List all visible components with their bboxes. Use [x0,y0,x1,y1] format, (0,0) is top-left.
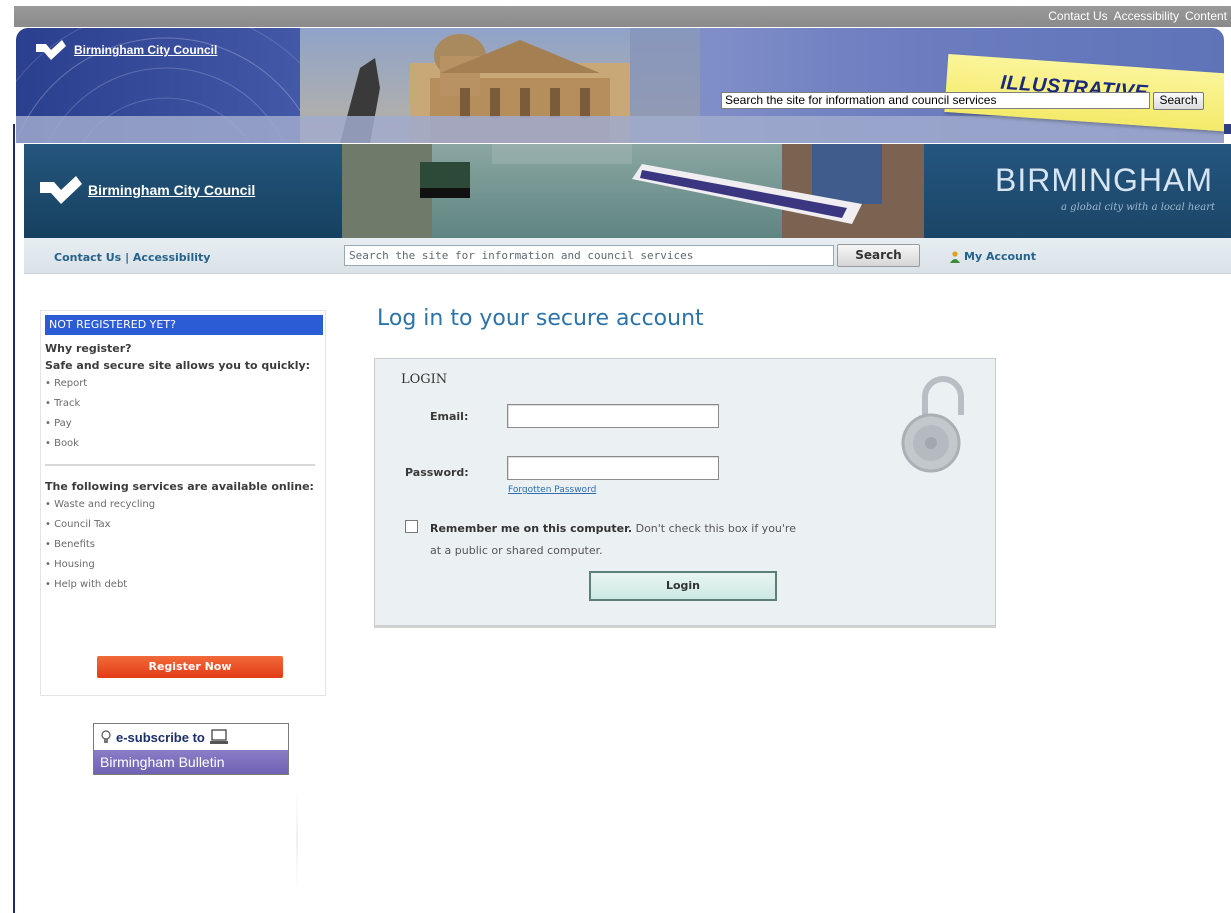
corner-mark [1224,124,1231,134]
canal-boats-photo [342,144,924,238]
esubscribe-top-text: e-subscribe to [116,729,205,745]
nav-separator: | [121,251,133,264]
register-now-button[interactable]: Register Now [97,656,283,678]
brand-panel: BIRMINGHAM a global city with a local he… [924,144,1231,238]
brand-tagline: a global city with a local heart [1061,202,1215,213]
password-label: Password: [405,466,469,479]
nav-links: Contact Us | Accessibility [54,251,210,264]
overlay-search-bar [16,116,1224,143]
action-item: • Report [45,378,88,389]
not-registered-heading: NOT REGISTERED YET? [45,315,323,335]
sidebar-body: Why register? Safe and secure site allow… [45,340,323,595]
user-icon [950,250,960,263]
page: Contact Us Accessibility Content Birming… [0,0,1231,913]
password-field[interactable] [507,456,719,480]
e-subscribe-banner[interactable]: e-subscribe to Birmingham Bulletin [93,723,289,775]
contact-us-link[interactable]: Contact Us [54,251,121,264]
why-register-text: Why register? [45,342,132,355]
sidebar-shadow [296,790,298,890]
padlock-icon [901,376,964,473]
overlay-top-links: Contact Us Accessibility Content [1048,9,1227,23]
nav-strip: Contact Us | Accessibility Search the si… [24,238,1231,274]
laptop-icon [209,729,228,744]
remember-me-checkbox[interactable] [405,520,418,533]
service-item: • Help with debt [45,579,128,590]
login-panel-label: LOGIN [401,372,448,387]
overlay-top-bar: Contact Us Accessibility Content [14,6,1231,27]
services-title: The following services are available onl… [45,480,314,493]
service-item: • Council Tax [45,519,111,530]
site-search-button[interactable]: Search [837,244,920,267]
header-logo[interactable]: Birmingham City Council [38,176,255,204]
accessibility-link[interactable]: Accessibility [133,251,211,264]
header-logo-area: Birmingham City Council [24,144,342,238]
council-heart-logo-icon [36,40,66,60]
overlay-logo[interactable]: Birmingham City Council [34,40,217,60]
service-item: • Housing [45,559,95,570]
overlay-logo-text: Birmingham City Council [74,43,218,57]
login-button[interactable]: Login [589,571,777,601]
header-logo-text: Birmingham City Council [88,182,256,198]
action-item: • Track [45,398,81,409]
email-field[interactable] [507,404,719,428]
left-border-line [13,124,15,913]
my-account-link[interactable]: My Account [950,250,1036,263]
email-label: Email: [430,410,469,423]
esubscribe-top: e-subscribe to [94,724,288,750]
remember-me-label: Remember me on this computer. [430,522,633,535]
overlay-banner: Birmingham City Council ILLUSTRATIVE [16,28,1224,143]
service-item: • Benefits [45,539,96,550]
lightbulb-icon [101,730,111,743]
overlay-content-link[interactable]: Content [1185,9,1227,23]
sidebar-divider [45,464,315,466]
overlay-contact-link[interactable]: Contact Us [1048,9,1107,23]
login-panel: LOGIN Email: Password: Forgotten Passwor… [374,358,996,626]
action-item: • Pay [45,418,72,429]
remember-me-text: Remember me on this computer. Don't chec… [430,518,810,562]
council-heart-logo-icon [40,176,82,204]
site-header: Birmingham City Council BIRMINGHAM a glo… [24,144,1231,238]
sidebar: NOT REGISTERED YET? Why register? Safe a… [40,310,326,696]
overlay-search-input[interactable]: Search the site for information and coun… [721,92,1150,109]
my-account-label: My Account [964,250,1036,263]
site-search-input[interactable]: Search the site for information and coun… [344,245,834,266]
forgotten-password-link[interactable]: Forgotten Password [508,485,596,495]
page-title: Log in to your secure account [377,306,704,331]
service-item: • Waste and recycling [45,499,156,510]
esubscribe-bottom-text: Birmingham Bulletin [94,750,288,774]
action-item: • Book [45,438,79,449]
overlay-search-button[interactable]: Search [1153,92,1204,110]
overlay-accessibility-link[interactable]: Accessibility [1114,9,1179,23]
brand-name: BIRMINGHAM [995,162,1213,198]
register-intro-text: Safe and secure site allows you to quick… [45,359,311,372]
